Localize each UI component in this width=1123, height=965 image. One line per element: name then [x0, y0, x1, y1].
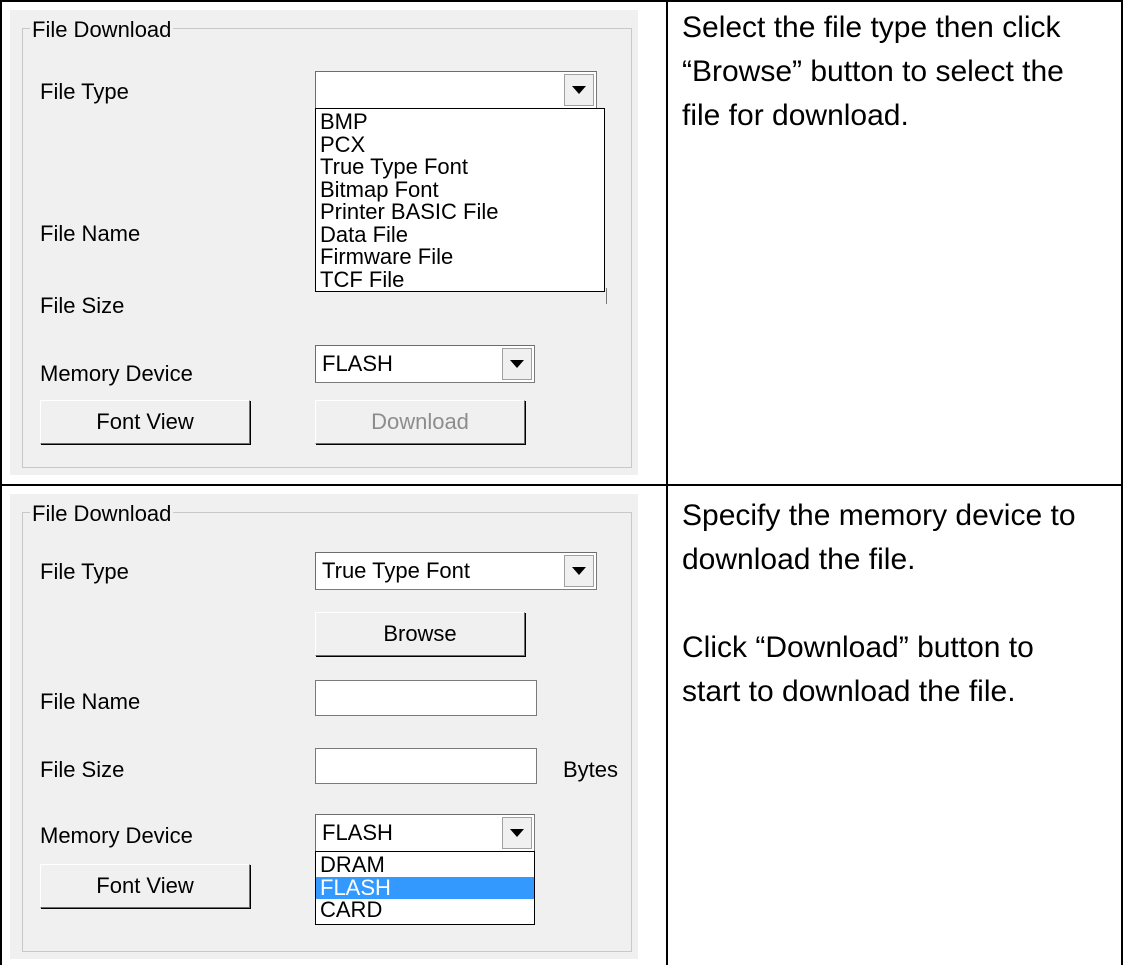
chevron-down-icon[interactable] — [564, 555, 594, 587]
file-type-label: File Type — [40, 559, 129, 584]
file-type-option[interactable]: Firmware File — [316, 245, 604, 269]
file-size-field[interactable] — [315, 748, 537, 784]
chevron-down-icon[interactable] — [502, 348, 532, 380]
file-type-option[interactable]: Printer BASIC File — [316, 200, 604, 224]
instruction-table: File Download File Type BMP PCX True Typ… — [0, 0, 1123, 965]
description-line: Specify the memory device to — [682, 499, 1076, 532]
file-type-label: File Type — [40, 79, 129, 104]
bytes-unit-label: Bytes — [563, 757, 619, 782]
file-type-option[interactable]: Bitmap Font — [316, 178, 604, 202]
file-size-label: File Size — [40, 757, 125, 782]
file-type-option[interactable]: True Type Font — [316, 155, 604, 179]
file-type-option[interactable]: Data File — [316, 223, 604, 247]
group-title: File Download — [30, 501, 174, 526]
font-view-button[interactable]: Font View — [40, 864, 250, 908]
table-border-row-divider — [0, 484, 1123, 486]
file-name-label: File Name — [40, 221, 141, 246]
description-line: download the file. — [682, 543, 916, 576]
chevron-down-icon[interactable] — [564, 74, 594, 106]
description-top: Select the file type then click “Browse”… — [682, 6, 1112, 138]
description-line: “Browse” button to select the — [682, 55, 1064, 88]
table-border-middle — [666, 0, 668, 965]
memory-device-value: FLASH — [322, 351, 393, 376]
memory-device-select[interactable]: FLASH — [315, 345, 535, 383]
file-type-value: True Type Font — [322, 558, 470, 583]
download-button[interactable]: Download — [315, 400, 525, 444]
file-size-field-edge — [606, 288, 613, 304]
file-name-label: File Name — [40, 689, 141, 714]
description-line: Select the file type then click — [682, 11, 1061, 44]
description-line: Click “Download” button to — [682, 631, 1034, 664]
file-size-label: File Size — [40, 293, 125, 318]
memory-device-label: Memory Device — [40, 361, 193, 386]
file-type-select[interactable] — [315, 71, 597, 109]
memory-device-dropdown-list[interactable]: DRAM FLASH CARD — [315, 851, 535, 925]
table-border-top — [0, 0, 1123, 2]
file-type-select[interactable]: True Type Font — [315, 552, 597, 590]
memory-device-select[interactable]: FLASH — [315, 814, 535, 852]
memory-device-label: Memory Device — [40, 823, 193, 848]
table-border-left — [0, 0, 2, 965]
file-type-option[interactable]: PCX — [316, 133, 604, 157]
file-type-option[interactable]: TCF File — [316, 268, 604, 292]
memory-device-value: FLASH — [322, 820, 393, 845]
browse-button[interactable]: Browse — [315, 612, 525, 656]
memory-device-option[interactable]: DRAM — [316, 853, 534, 877]
file-download-panel-bottom: File Download File Type True Type Font B… — [10, 494, 638, 959]
file-download-panel-top: File Download File Type BMP PCX True Typ… — [10, 10, 638, 475]
description-line: file for download. — [682, 99, 909, 132]
description-bottom: Specify the memory device to download th… — [682, 494, 1112, 714]
font-view-button[interactable]: Font View — [40, 400, 250, 444]
memory-device-option-selected[interactable]: FLASH — [316, 876, 534, 899]
file-name-field[interactable] — [315, 680, 537, 716]
file-type-option[interactable]: BMP — [316, 110, 604, 134]
file-type-dropdown-list[interactable]: BMP PCX True Type Font Bitmap Font Print… — [315, 108, 605, 292]
chevron-down-icon[interactable] — [502, 817, 532, 849]
memory-device-option[interactable]: CARD — [316, 898, 534, 922]
group-title: File Download — [30, 17, 174, 42]
description-line: start to download the file. — [682, 675, 1016, 708]
